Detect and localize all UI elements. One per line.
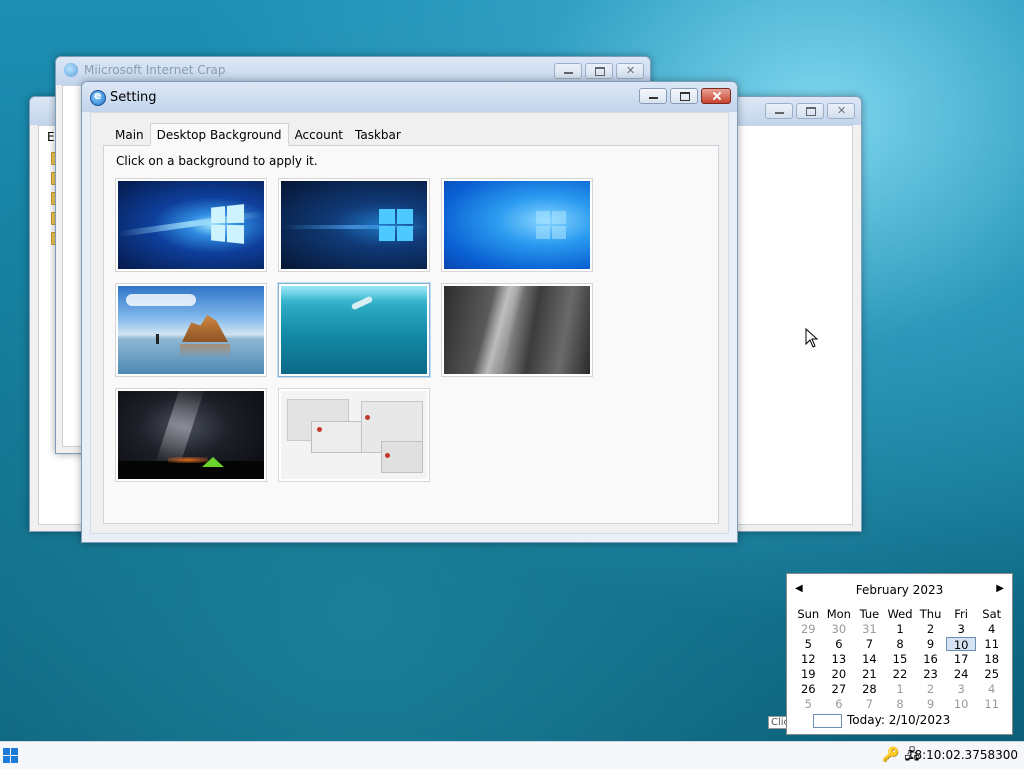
weekday-label: Mon xyxy=(826,607,851,621)
calendar-day[interactable]: 12 xyxy=(793,652,824,666)
calendar-day[interactable]: 13 xyxy=(824,652,855,666)
calendar-day[interactable]: 21 xyxy=(854,667,885,681)
explorer-label: E xyxy=(47,130,55,144)
taskbar-clock[interactable]: 18:10:02.3758300 xyxy=(907,748,1018,762)
maximize-button[interactable] xyxy=(670,88,698,104)
calendar-day[interactable]: 31 xyxy=(854,622,885,636)
setting-title: Setting xyxy=(110,90,157,105)
calendar-day[interactable]: 16 xyxy=(915,652,946,666)
background-thumbnail-windows-10-hero-light[interactable] xyxy=(115,178,267,272)
calendar-day[interactable]: 4 xyxy=(976,622,1007,636)
explorer-close-button[interactable]: ✕ xyxy=(827,103,855,119)
weekday-label: Thu xyxy=(919,607,942,621)
today-marker-icon xyxy=(813,714,842,728)
tab-desktop-background[interactable]: Desktop Background xyxy=(149,123,289,146)
calendar-day[interactable]: 18 xyxy=(976,652,1007,666)
calendar-day[interactable]: 5 xyxy=(793,697,824,711)
internet-minimize-button[interactable] xyxy=(554,63,582,79)
weekday-label: Sun xyxy=(797,607,820,621)
calendar-day[interactable]: 27 xyxy=(824,682,855,696)
calendar-day[interactable]: 14 xyxy=(854,652,885,666)
close-icon: ✕ xyxy=(837,104,847,117)
keys-icon[interactable]: 🔑 xyxy=(882,747,899,763)
setting-app-icon xyxy=(90,89,106,106)
calendar-day[interactable]: 23 xyxy=(915,667,946,681)
desktop-background-panel: Click on a background to apply it. xyxy=(103,145,719,524)
background-thumbnail-windows-10-hero-dark[interactable] xyxy=(278,178,430,272)
calendar-day[interactable]: 3 xyxy=(946,682,977,696)
calendar-day[interactable]: 19 xyxy=(793,667,824,681)
setting-client-area: Main Desktop Background Account Taskbar … xyxy=(90,112,729,534)
calendar-day[interactable]: 6 xyxy=(824,637,855,651)
calendar-day[interactable]: 29 xyxy=(793,622,824,636)
calendar-day[interactable]: 4 xyxy=(976,682,1007,696)
explorer-minimize-button[interactable] xyxy=(765,103,793,119)
internet-close-button[interactable]: ✕ xyxy=(616,63,644,79)
internet-maximize-button[interactable] xyxy=(585,63,613,79)
calendar-popup[interactable]: ◀ February 2023 ▶ Sun Mon Tue Wed Thu Fr… xyxy=(786,573,1013,735)
weekday-label: Tue xyxy=(859,607,880,621)
calendar-day[interactable]: 30 xyxy=(824,622,855,636)
setting-titlebar[interactable]: Setting xyxy=(82,82,737,112)
calendar-day[interactable]: 26 xyxy=(793,682,824,696)
close-button[interactable] xyxy=(701,88,731,104)
close-icon: ✕ xyxy=(626,64,636,77)
calendar-day[interactable]: 10 xyxy=(946,697,977,711)
background-thumbnail-windows-collage[interactable] xyxy=(278,388,430,482)
calendar-day[interactable]: 17 xyxy=(946,652,977,666)
calendar-day[interactable]: 22 xyxy=(885,667,916,681)
calendar-day[interactable]: 3 xyxy=(946,622,977,636)
calendar-day[interactable]: 1 xyxy=(885,682,916,696)
weekday-label: Wed xyxy=(887,607,913,621)
calendar-day[interactable]: 25 xyxy=(976,667,1007,681)
background-thumbnail-underwater-swimmer[interactable] xyxy=(278,283,430,377)
weekday-label: Fri xyxy=(954,607,968,621)
calendar-day[interactable]: 1 xyxy=(885,622,916,636)
calendar-day[interactable]: 20 xyxy=(824,667,855,681)
background-thumbnail-rock-cliff[interactable] xyxy=(441,283,593,377)
internet-title: Miicrosoft Internet Crap xyxy=(84,63,226,77)
calendar-day[interactable]: 2 xyxy=(915,622,946,636)
calendar-today-link[interactable]: Today: 2/10/2023 xyxy=(813,713,951,728)
start-logo-icon xyxy=(3,748,10,755)
weekday-label: Sat xyxy=(982,607,1002,621)
calendar-day[interactable]: 7 xyxy=(854,637,885,651)
background-thumbnail-milky-way-tent[interactable] xyxy=(115,388,267,482)
calendar-day[interactable]: 9 xyxy=(915,637,946,651)
calendar-day[interactable]: 8 xyxy=(885,637,916,651)
calendar-next-month-icon[interactable]: ▶ xyxy=(996,583,1004,594)
calendar-day[interactable]: 2 xyxy=(915,682,946,696)
calendar-today-label: Today: 2/10/2023 xyxy=(847,713,951,727)
calendar-day[interactable]: 8 xyxy=(885,697,916,711)
calendar-day[interactable]: 9 xyxy=(915,697,946,711)
instruction-text: Click on a background to apply it. xyxy=(116,154,318,168)
calendar-grid: Sun Mon Tue Wed Thu Fri Sat 29 30 31 1 2… xyxy=(793,607,1007,711)
taskbar: 🔑 🖧 18:10:02.3758300 xyxy=(0,741,1024,769)
calendar-day[interactable]: 7 xyxy=(854,697,885,711)
calendar-day[interactable]: 11 xyxy=(976,637,1007,651)
calendar-day[interactable]: 6 xyxy=(824,697,855,711)
calendar-day-today[interactable]: 10 xyxy=(945,637,977,652)
calendar-month-label[interactable]: February 2023 xyxy=(787,583,1012,597)
background-thumbnail-beach-rocks[interactable] xyxy=(115,283,267,377)
setting-window[interactable]: Setting Main Desktop Background Account … xyxy=(81,81,738,543)
explorer-maximize-button[interactable] xyxy=(796,103,824,119)
calendar-day[interactable]: 11 xyxy=(976,697,1007,711)
minimize-button[interactable] xyxy=(639,88,667,104)
ie-icon xyxy=(64,63,78,77)
calendar-day[interactable]: 15 xyxy=(885,652,916,666)
start-button[interactable] xyxy=(3,748,18,763)
calendar-day[interactable]: 28 xyxy=(854,682,885,696)
calendar-day[interactable]: 24 xyxy=(946,667,977,681)
calendar-day[interactable]: 5 xyxy=(793,637,824,651)
background-thumbnail-windows-bloom-blue[interactable] xyxy=(441,178,593,272)
